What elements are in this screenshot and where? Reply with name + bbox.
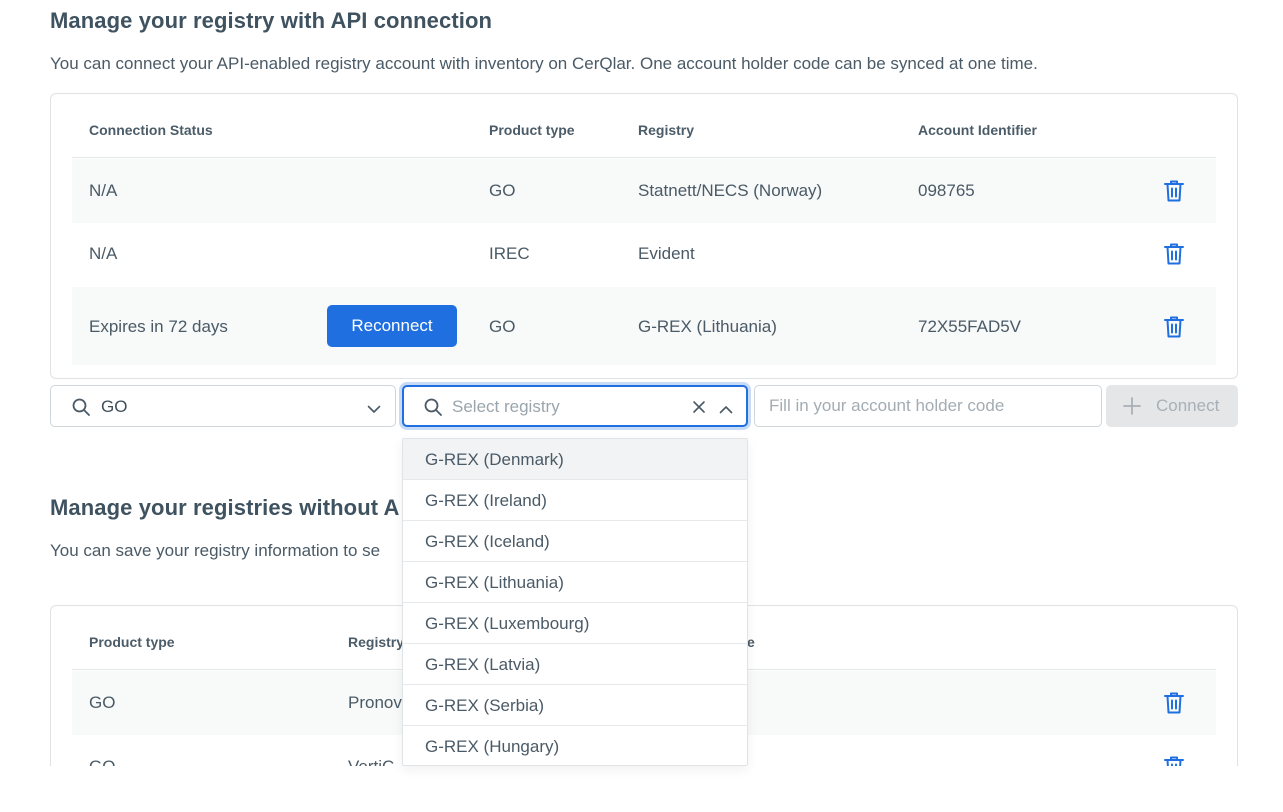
registry-name: G-REX (Lithuania) bbox=[638, 317, 777, 336]
product-type: GO bbox=[89, 693, 116, 712]
product-type: IREC bbox=[489, 244, 530, 263]
trash-icon[interactable] bbox=[1163, 315, 1185, 339]
reconnect-button[interactable]: Reconnect bbox=[327, 305, 457, 347]
product-type: GO bbox=[489, 317, 516, 336]
manual-section-title: Manage your registries without A bbox=[50, 495, 400, 520]
chevron-down-icon[interactable] bbox=[367, 401, 381, 419]
trash-icon[interactable] bbox=[1163, 179, 1185, 203]
col-product-type: Product type bbox=[489, 122, 575, 138]
plus-icon bbox=[1122, 396, 1142, 421]
registry-option[interactable]: G-REX (Hungary) bbox=[403, 726, 747, 765]
product-type-select[interactable]: GO bbox=[50, 385, 396, 427]
connection-status: N/A bbox=[89, 181, 118, 200]
registry-name: Evident bbox=[638, 244, 695, 263]
trash-icon[interactable] bbox=[1163, 691, 1185, 715]
connection-status: Expires in 72 days bbox=[89, 317, 228, 336]
table-header: Connection Status Product type Registry … bbox=[72, 94, 1216, 158]
connection-status: N/A bbox=[89, 244, 118, 263]
registry-option[interactable]: G-REX (Iceland) bbox=[403, 521, 747, 562]
manual-section-description: You can save your registry information t… bbox=[50, 541, 381, 560]
registry-option[interactable]: G-REX (Latvia) bbox=[403, 644, 747, 685]
search-icon bbox=[423, 397, 443, 422]
account-holder-code-field[interactable] bbox=[754, 385, 1102, 427]
search-icon bbox=[71, 397, 91, 422]
registry-option[interactable]: G-REX (Ireland) bbox=[403, 480, 747, 521]
col-connection-status: Connection Status bbox=[89, 122, 213, 138]
connect-label: Connect bbox=[1156, 396, 1220, 415]
connect-button[interactable]: Connect bbox=[1106, 385, 1238, 427]
close-icon[interactable] bbox=[692, 400, 706, 419]
registry-option[interactable]: G-REX (Luxembourg) bbox=[403, 603, 747, 644]
registry-option[interactable]: G-REX (Denmark) bbox=[403, 439, 747, 480]
api-registry-table: Connection Status Product type Registry … bbox=[50, 93, 1238, 379]
registry-option[interactable]: G-REX (Serbia) bbox=[403, 685, 747, 726]
registry-option[interactable]: G-REX (Lithuania) bbox=[403, 562, 747, 603]
account-identifier: 72X55FAD5V bbox=[918, 317, 1022, 336]
col-registry: Registry bbox=[638, 122, 695, 138]
api-section-title: Manage your registry with API connection bbox=[50, 8, 493, 33]
trash-icon[interactable] bbox=[1163, 242, 1185, 266]
registry-select-placeholder: Select registry bbox=[452, 397, 560, 416]
registry-options-list: G-REX (Denmark) G-REX (Ireland) G-REX (I… bbox=[402, 438, 748, 766]
col-registry: Registry bbox=[348, 634, 405, 650]
col-product-type: Product type bbox=[89, 634, 175, 650]
col-account: e bbox=[747, 634, 755, 650]
viewport-bottom-edge bbox=[0, 766, 1283, 812]
registry-name: Pronov bbox=[348, 693, 402, 712]
table-row: Expires in 72 days Reconnect GO G-REX (L… bbox=[72, 287, 1216, 365]
api-section-description: You can connect your API-enabled registr… bbox=[50, 54, 1038, 73]
product-type: GO bbox=[489, 181, 516, 200]
product-type-value: GO bbox=[101, 397, 128, 416]
table-row: N/A GO Statnett/NECS (Norway) 098765 bbox=[72, 159, 1216, 223]
chevron-up-icon[interactable] bbox=[719, 402, 733, 420]
col-account-identifier: Account Identifier bbox=[918, 122, 1038, 138]
account-holder-code-input[interactable] bbox=[769, 396, 1099, 416]
registry-select[interactable]: Select registry bbox=[402, 385, 748, 427]
table-row: N/A IREC Evident bbox=[72, 223, 1216, 287]
registry-name: Statnett/NECS (Norway) bbox=[638, 181, 823, 200]
account-identifier: 098765 bbox=[918, 181, 975, 200]
